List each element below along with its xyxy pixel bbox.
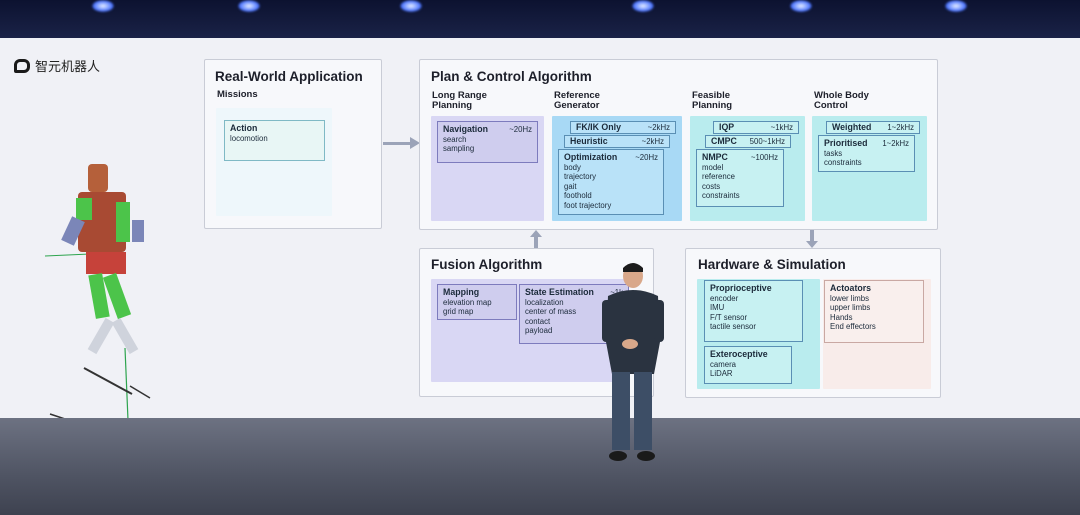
fkik-rate: ~2kHz (647, 123, 670, 132)
brand-logo-icon (14, 58, 30, 73)
iqp-rate: ~1kHz (770, 123, 793, 132)
optimization-item: trajectory (564, 172, 597, 181)
real-world-panel: Real-World Application Missions Action l… (204, 59, 382, 229)
hardware-panel: Hardware & Simulation Proprioceptive enc… (685, 248, 941, 398)
actuators-item: upper limbs (830, 303, 871, 312)
mapping-card: Mapping elevation map grid map (437, 284, 517, 320)
exteroceptive-title: Exteroceptive (710, 349, 768, 359)
projection-screen: 智元机器人 Real-World Application Missions Ac… (0, 38, 1080, 421)
stage-light (400, 0, 422, 12)
feasible-label: Feasible Planning (692, 90, 733, 111)
prioritised-item: constraints (824, 158, 862, 167)
action-title: Action (230, 123, 258, 133)
navigation-card: Navigation ~20Hz search sampling (437, 121, 538, 163)
cmpc-card: CMPC 500~1kHz (705, 135, 791, 148)
stage-ceiling (0, 0, 1080, 40)
proprioceptive-item: tactile sensor (710, 322, 756, 331)
exteroceptive-card: Exteroceptive camera LiDAR (704, 346, 792, 384)
plan-control-panel: Plan & Control Algorithm Long Range Plan… (419, 59, 938, 230)
fkik-card: FK/IK Only ~2kHz (570, 121, 676, 134)
actuators-title: Actoators (830, 283, 872, 293)
proprioceptive-item: IMU (710, 303, 725, 312)
optimization-item: foothold (564, 191, 592, 200)
prioritised-item: tasks (824, 148, 843, 158)
mapping-title: Mapping (443, 287, 480, 297)
proprioceptive-title: Proprioceptive (710, 283, 772, 293)
presenter (602, 263, 664, 461)
hardware-title: Hardware & Simulation (698, 257, 846, 272)
optimization-rate: ~20Hz (635, 153, 658, 162)
mapping-item: elevation map (443, 297, 492, 307)
brand-logo: 智元机器人 (14, 56, 100, 75)
heuristic-rate: ~2kHz (641, 137, 664, 146)
action-card: Action locomotion (224, 120, 325, 161)
whole-body-label: Whole Body Control (814, 90, 869, 111)
action-item: locomotion (230, 133, 268, 143)
arrow-down-icon (806, 230, 818, 248)
robot-illustration (44, 164, 151, 421)
heuristic-card: Heuristic ~2kHz (564, 135, 670, 148)
prioritised-card: Prioritised 1~2kHz tasks constraints (818, 135, 915, 172)
reference-label: Reference Generator (554, 90, 600, 111)
exteroceptive-item: camera (710, 359, 736, 369)
brand-logo-text: 智元机器人 (35, 59, 101, 74)
navigation-item: search (443, 134, 467, 144)
nmpc-item: constraints (702, 191, 740, 200)
stage-light (238, 0, 260, 12)
actuators-card: Actoators lower limbs upper limbs Hands … (824, 280, 924, 343)
proprioceptive-item: encoder (710, 293, 739, 303)
plan-control-title: Plan & Control Algorithm (431, 69, 592, 84)
stage-light (632, 0, 654, 12)
navigation-item: sampling (443, 144, 475, 153)
mapping-item: grid map (443, 307, 474, 316)
fusion-title: Fusion Algorithm (431, 257, 543, 272)
proprioceptive-item: F/T sensor (710, 312, 748, 322)
actuators-item: Hands (830, 312, 853, 322)
nmpc-item: model (702, 162, 724, 172)
missions-label: Missions (217, 89, 258, 100)
stage-floor (0, 418, 1080, 515)
arrow-up-icon (530, 230, 542, 248)
nmpc-item: costs (702, 181, 721, 191)
actuators-item: lower limbs (830, 293, 869, 303)
weighted-rate: 1~2kHz (887, 123, 914, 132)
long-range-label: Long Range Planning (432, 90, 487, 111)
cmpc-rate: 500~1kHz (749, 137, 785, 146)
real-world-title: Real-World Application (215, 69, 363, 84)
navigation-rate: ~20Hz (509, 125, 532, 134)
prioritised-rate: 1~2kHz (882, 139, 909, 148)
photo-stage: 智元机器人 Real-World Application Missions Ac… (0, 0, 1080, 515)
optimization-item: body (564, 162, 581, 172)
proprioceptive-card: Proprioceptive encoder IMU F/T sensor ta… (704, 280, 803, 342)
optimization-item: foot trajectory (564, 200, 612, 210)
iqp-card: IQP ~1kHz (713, 121, 799, 134)
stage-light (945, 0, 967, 12)
stage-light (790, 0, 812, 12)
exteroceptive-item: LiDAR (710, 369, 733, 378)
optimization-item: gait (564, 181, 577, 191)
optimization-card: Optimization ~20Hz body trajectory gait … (558, 149, 664, 215)
nmpc-rate: ~100Hz (750, 153, 778, 162)
weighted-card: Weighted 1~2kHz (826, 121, 920, 134)
stage-light (92, 0, 114, 12)
nmpc-item: reference (702, 172, 735, 181)
nmpc-card: NMPC ~100Hz model reference costs constr… (696, 149, 784, 207)
actuators-item: End effectors (830, 322, 876, 331)
